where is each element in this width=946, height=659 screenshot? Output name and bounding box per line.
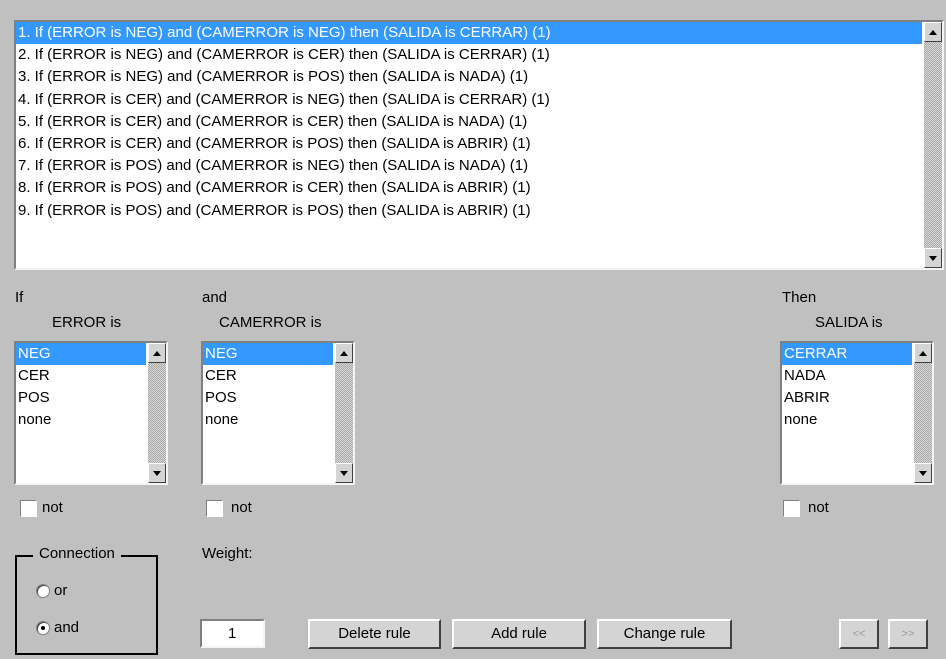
salida-var-label: SALIDA is — [815, 314, 883, 331]
salida-mf-list[interactable]: CERRAR NADA ABRIR none — [780, 341, 934, 485]
salida-list-scrollbar[interactable] — [914, 343, 932, 483]
arrow-down-icon — [340, 471, 348, 476]
radio-selected-dot — [41, 626, 45, 630]
scroll-down-button[interactable] — [924, 248, 942, 268]
error-mf-list[interactable]: NEG CER POS none — [14, 341, 168, 485]
change-rule-button[interactable]: Change rule — [597, 619, 732, 649]
camerror-not-label: not — [231, 499, 252, 516]
scroll-up-button[interactable] — [924, 22, 942, 42]
camerror-mf-list[interactable]: NEG CER POS none — [201, 341, 355, 485]
connection-groupbox — [15, 555, 158, 655]
list-item[interactable]: CERRAR — [782, 343, 912, 365]
list-item[interactable]: none — [203, 409, 333, 431]
list-item[interactable]: CER — [203, 365, 333, 387]
arrow-up-icon — [919, 351, 927, 356]
list-item[interactable]: none — [16, 409, 146, 431]
rule-item[interactable]: 4. If (ERROR is CER) and (CAMERROR is NE… — [16, 89, 922, 111]
rule-item[interactable]: 1. If (ERROR is NEG) and (CAMERROR is NE… — [16, 22, 922, 45]
weight-input[interactable]: 1 — [200, 619, 265, 648]
list-item[interactable]: NADA — [782, 365, 912, 387]
arrow-up-icon — [340, 351, 348, 356]
connection-and-label: and — [54, 619, 80, 636]
error-mf-items: NEG CER POS none — [16, 343, 146, 483]
scroll-down-button[interactable] — [914, 463, 932, 483]
weight-label: Weight: — [202, 545, 253, 562]
salida-mf-items: CERRAR NADA ABRIR none — [782, 343, 912, 483]
rule-item[interactable]: 5. If (ERROR is CER) and (CAMERROR is CE… — [16, 111, 922, 133]
arrow-up-icon — [929, 30, 937, 35]
connection-title: Connection — [33, 545, 121, 562]
list-item[interactable]: ABRIR — [782, 387, 912, 409]
and-label: and — [202, 289, 228, 306]
camerror-mf-items: NEG CER POS none — [203, 343, 333, 483]
arrow-down-icon — [929, 256, 937, 261]
rule-item[interactable]: 7. If (ERROR is POS) and (CAMERROR is NE… — [16, 155, 922, 177]
list-item[interactable]: POS — [16, 387, 146, 409]
rule-list[interactable]: 1. If (ERROR is NEG) and (CAMERROR is NE… — [14, 20, 944, 270]
scroll-up-button[interactable] — [148, 343, 166, 363]
scroll-up-button[interactable] — [335, 343, 353, 363]
arrow-down-icon — [919, 471, 927, 476]
list-item[interactable]: NEG — [16, 343, 146, 365]
error-not-checkbox[interactable] — [20, 500, 37, 517]
rule-list-scrollbar[interactable] — [924, 22, 942, 268]
next-button[interactable]: >> — [888, 619, 928, 649]
list-item[interactable]: NEG — [203, 343, 333, 365]
prev-button[interactable]: << — [839, 619, 879, 649]
connection-or-radio[interactable] — [36, 584, 50, 598]
camerror-var-label: CAMERROR is — [219, 314, 322, 331]
camerror-not-checkbox[interactable] — [206, 500, 223, 517]
rule-item[interactable]: 2. If (ERROR is NEG) and (CAMERROR is CE… — [16, 44, 922, 66]
scroll-down-button[interactable] — [148, 463, 166, 483]
arrow-down-icon — [153, 471, 161, 476]
then-label: Then — [782, 289, 817, 306]
error-list-scrollbar[interactable] — [148, 343, 166, 483]
error-not-label: not — [42, 499, 63, 516]
rule-item[interactable]: 9. If (ERROR is POS) and (CAMERROR is PO… — [16, 200, 922, 222]
camerror-list-scrollbar[interactable] — [335, 343, 353, 483]
salida-not-label: not — [808, 499, 829, 516]
scroll-down-button[interactable] — [335, 463, 353, 483]
scroll-up-button[interactable] — [914, 343, 932, 363]
rule-list-items: 1. If (ERROR is NEG) and (CAMERROR is NE… — [16, 22, 922, 268]
arrow-up-icon — [153, 351, 161, 356]
connection-and-radio[interactable] — [36, 621, 50, 635]
error-var-label: ERROR is — [52, 314, 122, 331]
list-item[interactable]: CER — [16, 365, 146, 387]
if-label: If — [15, 289, 24, 306]
rule-item[interactable]: 8. If (ERROR is POS) and (CAMERROR is CE… — [16, 177, 922, 199]
rule-item[interactable]: 6. If (ERROR is CER) and (CAMERROR is PO… — [16, 133, 922, 155]
connection-or-label: or — [54, 582, 68, 599]
list-item[interactable]: POS — [203, 387, 333, 409]
add-rule-button[interactable]: Add rule — [452, 619, 586, 649]
list-item[interactable]: none — [782, 409, 912, 431]
delete-rule-button[interactable]: Delete rule — [308, 619, 441, 649]
rule-item[interactable]: 3. If (ERROR is NEG) and (CAMERROR is PO… — [16, 66, 922, 88]
salida-not-checkbox[interactable] — [783, 500, 800, 517]
